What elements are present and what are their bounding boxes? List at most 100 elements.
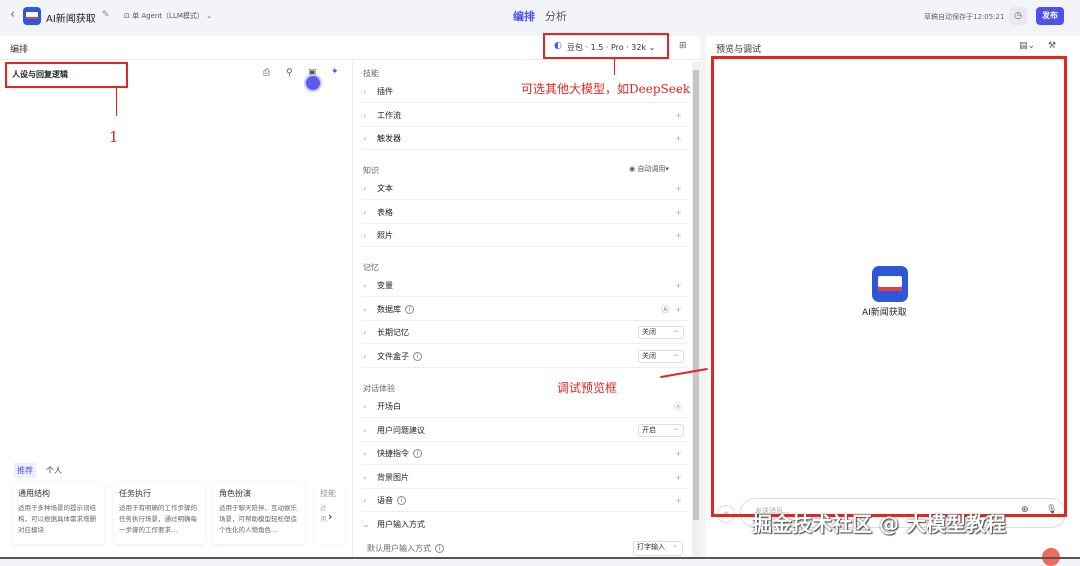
- row-workflow[interactable]: › 工作流 +: [361, 104, 688, 127]
- auto-call-label: 自动调用: [637, 165, 666, 173]
- long-memory-select[interactable]: 关闭: [638, 325, 684, 339]
- history-icon[interactable]: ◷: [1009, 7, 1027, 25]
- row-opening[interactable]: › 开场白 Ⓐ: [361, 395, 688, 418]
- info-icon[interactable]: i: [397, 495, 406, 505]
- tab-analysis[interactable]: 分析: [545, 8, 567, 24]
- row-label: 文件盒子: [377, 351, 409, 361]
- chevron-right-icon: ›: [363, 86, 367, 96]
- add-icon[interactable]: +: [675, 496, 682, 505]
- section-memory: 记忆: [363, 263, 379, 272]
- row-label: 用户输入方式: [377, 520, 425, 529]
- back-button[interactable]: ‹: [10, 7, 15, 22]
- scrollbar-thumb[interactable]: [693, 70, 699, 520]
- add-icon[interactable]: +: [675, 231, 682, 240]
- auto-icon[interactable]: Ⓐ: [674, 401, 682, 412]
- add-icon[interactable]: +: [675, 184, 682, 193]
- row-text[interactable]: › 文本 +: [361, 177, 688, 200]
- row-label: 触发器: [377, 133, 401, 143]
- row-long-memory[interactable]: › 长期记忆 关闭: [361, 321, 688, 344]
- next-arrow-icon[interactable]: ›: [328, 510, 333, 523]
- add-icon[interactable]: +: [675, 305, 682, 314]
- card-desc: 适用于有明确的工作步骤的任务执行场景，通过明确每一步骤的工作要求…: [119, 504, 197, 534]
- row-label: 开场白: [377, 401, 401, 411]
- row-label: 长期记忆: [377, 327, 409, 337]
- row-input-mode[interactable]: ⌄ 用户输入方式: [361, 513, 688, 536]
- edit-icon[interactable]: ✎: [102, 10, 110, 20]
- row-label: 变量: [377, 280, 393, 290]
- row-trigger[interactable]: › 触发器 +: [361, 127, 688, 150]
- template-card[interactable]: 通用结构 适用于多种场景的提示词结构，可以根据具体需求增删对应模块: [12, 482, 104, 544]
- mode-icon: ⊡: [124, 12, 133, 20]
- add-icon[interactable]: +: [675, 449, 682, 458]
- wrench-icon[interactable]: ⚒: [1048, 41, 1056, 51]
- row-suggest[interactable]: › 用户问题建议 开启: [361, 419, 688, 442]
- agent-mode-select[interactable]: ⊡ 单 Agent（LLM模式） ⌄: [124, 11, 212, 21]
- row-voice[interactable]: › 语音 i +: [361, 489, 688, 512]
- row-label: 默认用户输入方式: [367, 544, 431, 553]
- tab-recommend[interactable]: 推荐: [14, 463, 36, 478]
- chevron-right-icon: ›: [363, 351, 367, 361]
- annotation-box-preview: [711, 56, 1067, 517]
- autosave-status: 草稿自动保存于12:05:21: [924, 13, 1005, 21]
- bulb-icon[interactable]: ⚲: [286, 68, 293, 78]
- row-background[interactable]: › 背景图片 +: [361, 466, 688, 489]
- row-label: 表格: [377, 207, 393, 217]
- template-card[interactable]: 角色扮演 适用于聊天陪伴、互动娱乐场景，可帮助模型轻松塑造个性化的人物角色…: [213, 482, 305, 544]
- row-file-box[interactable]: › 文件盒子 i 关闭: [361, 345, 688, 368]
- row-label: 语音: [377, 495, 393, 505]
- row-table[interactable]: › 表格 +: [361, 201, 688, 224]
- section-knowledge: 知识: [363, 166, 379, 175]
- app-name: AI新闻获取: [46, 14, 96, 25]
- suggest-select[interactable]: 开启: [638, 423, 684, 437]
- ai-optimize-icon[interactable]: ✦: [331, 67, 339, 77]
- row-label: 文本: [377, 183, 393, 193]
- annotation-box-persona: [5, 62, 128, 88]
- publish-button[interactable]: 发布: [1036, 7, 1064, 25]
- info-icon[interactable]: i: [435, 544, 444, 553]
- annotation-preview-note: 调试预览框: [557, 381, 618, 395]
- template-card[interactable]: 任务执行适用于有明确的工作步骤的任务执行场景，通过明确每一步骤的工作要求…: [113, 482, 205, 544]
- chevron-right-icon: ›: [363, 133, 367, 143]
- row-label: 用户问题建议: [377, 425, 425, 435]
- row-label: 插件: [377, 86, 393, 96]
- tab-personal[interactable]: 个人: [46, 465, 62, 476]
- section-dialog: 对话体验: [363, 384, 395, 393]
- chevron-right-icon: ›: [363, 230, 367, 240]
- chevron-right-icon: ›: [363, 495, 367, 505]
- chevron-right-icon: ›: [363, 401, 367, 411]
- mode-label: 单 Agent（LLM模式）: [132, 12, 204, 20]
- annotation-arrow: [116, 88, 117, 116]
- add-icon[interactable]: +: [675, 134, 682, 143]
- add-icon[interactable]: +: [675, 473, 682, 482]
- layout-icon[interactable]: ⊞: [679, 41, 687, 51]
- row-database[interactable]: › 数据库 i Ⓐ +: [361, 298, 688, 321]
- info-icon[interactable]: i: [413, 448, 422, 458]
- card-desc: 适用于聊天陪伴、互动娱乐场景，可帮助模型轻松塑造个性化的人物角色…: [219, 504, 297, 534]
- chevron-right-icon: ›: [363, 448, 367, 458]
- add-icon[interactable]: +: [675, 281, 682, 290]
- chevron-right-icon: ›: [363, 304, 367, 314]
- info-icon[interactable]: i: [405, 304, 414, 314]
- add-icon[interactable]: +: [675, 111, 682, 120]
- chevron-right-icon: ›: [363, 472, 367, 482]
- row-photo[interactable]: › 照片 +: [361, 224, 688, 247]
- debug-menu-icon[interactable]: ▤⌄: [1019, 41, 1035, 51]
- row-label: 数据库: [377, 304, 401, 314]
- tab-arrange[interactable]: 编排: [513, 8, 535, 24]
- add-icon[interactable]: +: [675, 208, 682, 217]
- annotation-model-note: 可选其他大模型，如DeepSeek: [521, 82, 691, 96]
- row-variable[interactable]: › 变量 +: [361, 274, 688, 297]
- auto-call-select[interactable]: ◉ 自动调用▾: [629, 164, 669, 174]
- template-icon[interactable]: ⎙: [263, 68, 270, 78]
- info-icon[interactable]: i: [413, 351, 422, 361]
- file-box-select[interactable]: 关闭: [638, 349, 684, 363]
- card-title: 任务执行: [119, 489, 151, 498]
- chevron-right-icon: ›: [363, 425, 367, 435]
- default-input-select[interactable]: 打字输入: [633, 540, 683, 556]
- auto-icon[interactable]: Ⓐ: [661, 304, 669, 315]
- card-title: 技能: [320, 489, 336, 498]
- chevron-right-icon: ›: [363, 183, 367, 193]
- section-skills: 技能: [363, 69, 379, 78]
- chevron-right-icon: ›: [363, 327, 367, 337]
- row-shortcut[interactable]: › 快捷指令 i +: [361, 442, 688, 465]
